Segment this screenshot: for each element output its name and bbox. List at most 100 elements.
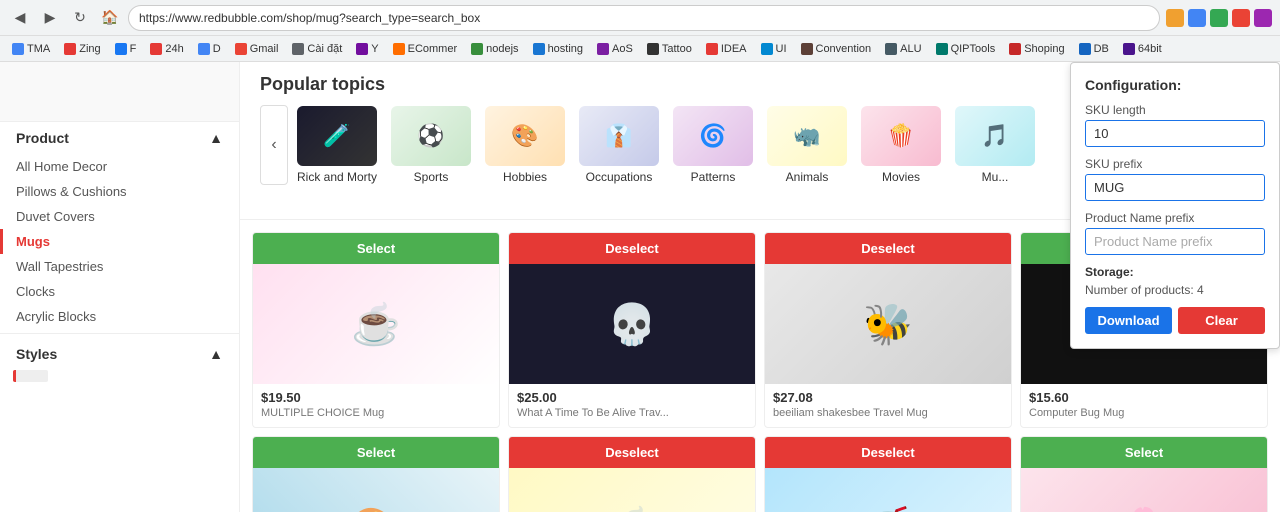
- sidebar-styles-label: Styles: [16, 346, 57, 362]
- product-info-3: $15.60 Computer Bug Mug: [1021, 384, 1267, 427]
- bookmark-tattoo[interactable]: Tattoo: [641, 41, 698, 57]
- bookmark-icon-db: [1079, 43, 1091, 55]
- extension-icon-5: [1254, 9, 1272, 27]
- sku-length-input[interactable]: [1085, 120, 1265, 147]
- topic-rick-and-morty[interactable]: 🧪 Rick and Morty: [292, 106, 382, 184]
- product-image-7: 🌸: [1021, 468, 1267, 512]
- topic-thumb-occupations: 👔: [579, 106, 659, 166]
- deselect-button-5[interactable]: Deselect: [509, 437, 755, 468]
- bookmark-icon-nodejs: [471, 43, 483, 55]
- bookmark-nodejs[interactable]: nodejs: [465, 41, 524, 57]
- bookmark-icon-zing: [64, 43, 76, 55]
- bookmark-idea[interactable]: IDEA: [700, 41, 753, 57]
- bookmark-icon-gmail: [235, 43, 247, 55]
- product-card-1: Deselect 💀 $25.00 What A Time To Be Aliv…: [508, 232, 756, 428]
- bookmark-db[interactable]: DB: [1073, 41, 1115, 57]
- sidebar-item-acrylic-blocks[interactable]: Acrylic Blocks: [0, 304, 239, 329]
- bookmark-icon-d: [198, 43, 210, 55]
- product-price-2: $27.08: [773, 390, 1003, 405]
- product-price-0: $19.50: [261, 390, 491, 405]
- deselect-button-6[interactable]: Deselect: [765, 437, 1011, 468]
- bookmark-shoping[interactable]: Shoping: [1003, 41, 1070, 57]
- product-info-1: $25.00 What A Time To Be Alive Trav...: [509, 384, 755, 427]
- select-button-0[interactable]: Select: [253, 233, 499, 264]
- bookmark-convention[interactable]: Convention: [795, 41, 878, 57]
- bookmark-caidat[interactable]: Cài đặt: [286, 41, 348, 57]
- bookmark-icon-f: [115, 43, 127, 55]
- bookmark-f[interactable]: F: [109, 41, 143, 57]
- product-name-1: What A Time To Be Alive Trav...: [517, 407, 747, 419]
- sku-prefix-input[interactable]: [1085, 174, 1265, 201]
- config-actions: Download Clear: [1085, 307, 1265, 334]
- extension-icon-3: [1210, 9, 1228, 27]
- carousel-prev-button[interactable]: ‹: [260, 105, 288, 185]
- topic-hobbies[interactable]: 🎨 Hobbies: [480, 106, 570, 184]
- bookmark-icon-hosting: [533, 43, 545, 55]
- chevron-up-icon: ▲: [209, 130, 223, 146]
- bookmark-qip[interactable]: QIPTools: [930, 41, 1002, 57]
- bookmark-zing[interactable]: Zing: [58, 41, 106, 57]
- sidebar-item-duvet-covers[interactable]: Duvet Covers: [0, 204, 239, 229]
- topic-patterns[interactable]: 🌀 Patterns: [668, 106, 758, 184]
- reload-button[interactable]: ↻: [68, 6, 92, 30]
- browser-bar: ◀ ▶ ↻ 🏠 https://www.redbubble.com/shop/m…: [0, 0, 1280, 36]
- topic-label-movies: Movies: [882, 170, 920, 184]
- topic-occupations[interactable]: 👔 Occupations: [574, 106, 664, 184]
- product-name-prefix-input[interactable]: [1085, 228, 1265, 255]
- topic-thumb-rick-and-morty: 🧪: [297, 106, 377, 166]
- product-price-1: $25.00: [517, 390, 747, 405]
- bookmark-gmail[interactable]: Gmail: [229, 41, 285, 57]
- download-button[interactable]: Download: [1085, 307, 1172, 334]
- select-button-7[interactable]: Select: [1021, 437, 1267, 468]
- config-panel: Configuration: SKU length SKU prefix Pro…: [1070, 62, 1280, 349]
- topic-thumb-sports: ⚽: [391, 106, 471, 166]
- bookmark-ecom[interactable]: ECommer: [387, 41, 464, 57]
- topic-sports[interactable]: ⚽ Sports: [386, 106, 476, 184]
- product-name-2: beeiliam shakesbee Travel Mug: [773, 407, 1003, 419]
- topic-movies[interactable]: 🍿 Movies: [856, 106, 946, 184]
- home-button[interactable]: 🏠: [98, 6, 122, 30]
- topic-animals[interactable]: 🦏 Animals: [762, 106, 852, 184]
- sidebar-item-pillows-cushions[interactable]: Pillows & Cushions: [0, 179, 239, 204]
- bookmark-alu[interactable]: ALU: [879, 41, 927, 57]
- sidebar-item-wall-tapestries[interactable]: Wall Tapestries: [0, 254, 239, 279]
- product-card-0: Select ☕ $19.50 MULTIPLE CHOICE Mug: [252, 232, 500, 428]
- sku-prefix-field: SKU prefix: [1085, 157, 1265, 201]
- bookmark-icon-qip: [936, 43, 948, 55]
- product-card-5: Deselect ☕ $22.50 Classic White Mug: [508, 436, 756, 512]
- bookmark-64bit[interactable]: 64bit: [1117, 41, 1168, 57]
- product-card-4: Select 🎨 $18.00 Colorful Mug: [252, 436, 500, 512]
- sku-length-field: SKU length: [1085, 103, 1265, 147]
- extension-icon-1: [1166, 9, 1184, 27]
- topic-thumb-animals: 🦏: [767, 106, 847, 166]
- topic-music[interactable]: 🎵 Mu...: [950, 106, 1040, 184]
- bookmark-d[interactable]: D: [192, 41, 227, 57]
- sidebar-item-all-home-decor[interactable]: All Home Decor: [0, 154, 239, 179]
- topic-thumb-music: 🎵: [955, 106, 1035, 166]
- deselect-button-2[interactable]: Deselect: [765, 233, 1011, 264]
- forward-button[interactable]: ▶: [38, 6, 62, 30]
- bookmark-aos[interactable]: AoS: [591, 41, 639, 57]
- sidebar: Product ▲ All Home Decor Pillows & Cushi…: [0, 62, 240, 512]
- topic-label-sports: Sports: [414, 170, 449, 184]
- back-button[interactable]: ◀: [8, 6, 32, 30]
- bookmark-y[interactable]: Y: [350, 41, 384, 57]
- bookmark-ui[interactable]: UI: [755, 41, 793, 57]
- bookmark-24h[interactable]: 24h: [144, 41, 189, 57]
- clear-button[interactable]: Clear: [1178, 307, 1265, 334]
- bookmark-tma[interactable]: TMA: [6, 41, 56, 57]
- deselect-button-1[interactable]: Deselect: [509, 233, 755, 264]
- url-bar[interactable]: https://www.redbubble.com/shop/mug?searc…: [128, 5, 1160, 31]
- sidebar-item-mugs[interactable]: Mugs: [0, 229, 239, 254]
- product-image-0: ☕: [253, 264, 499, 384]
- url-text: https://www.redbubble.com/shop/mug?searc…: [139, 11, 480, 25]
- sidebar-product-header[interactable]: Product ▲: [0, 122, 239, 154]
- bookmark-hosting[interactable]: hosting: [527, 41, 589, 57]
- sidebar-item-clocks[interactable]: Clocks: [0, 279, 239, 304]
- bookmark-icon-idea: [706, 43, 718, 55]
- bookmark-icon-alu: [885, 43, 897, 55]
- product-info-0: $19.50 MULTIPLE CHOICE Mug: [253, 384, 499, 427]
- select-button-4[interactable]: Select: [253, 437, 499, 468]
- browser-icons: [1166, 9, 1272, 27]
- sidebar-styles-header[interactable]: Styles ▲: [0, 338, 239, 370]
